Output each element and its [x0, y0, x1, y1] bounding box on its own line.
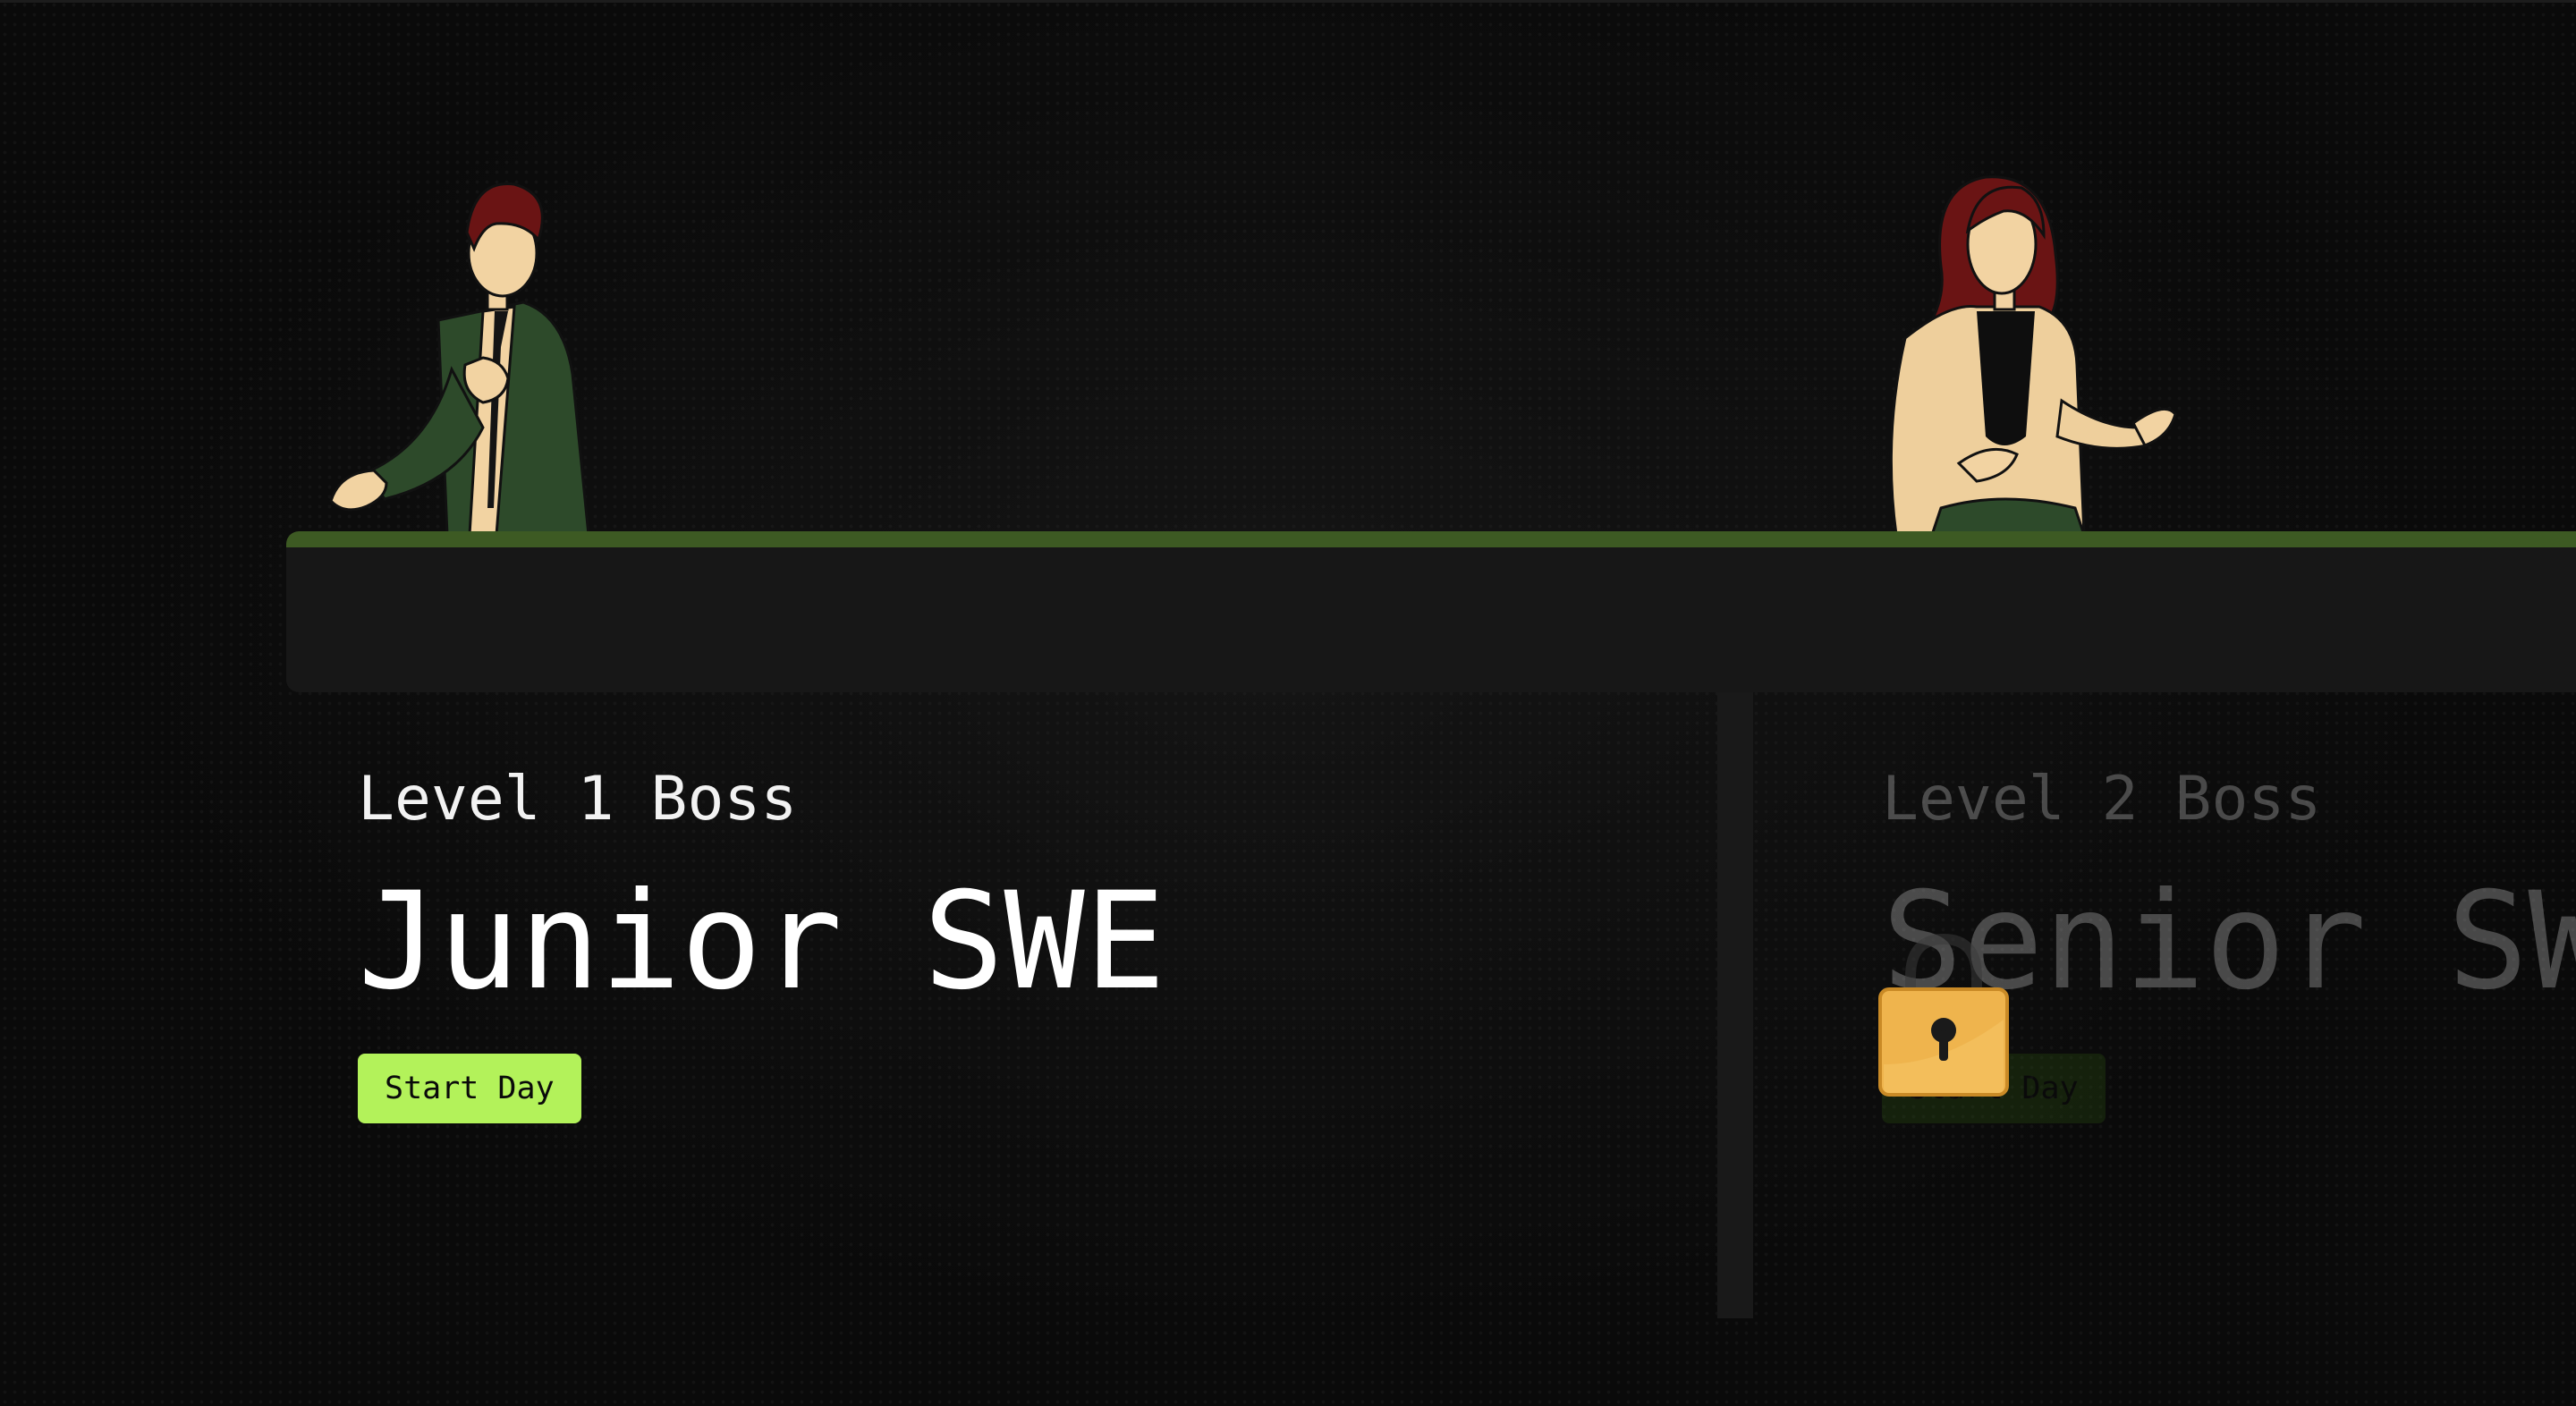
- level-2-label: Level 2 Boss: [1882, 764, 2322, 834]
- desk-leg: [1717, 692, 1753, 1318]
- top-divider: [0, 0, 2576, 3]
- level-1-card: Level 1 Boss Junior SWE Start Day: [358, 769, 1165, 1123]
- level-1-start-day-button[interactable]: Start Day: [358, 1054, 581, 1123]
- padlock-icon: [1878, 933, 2009, 1097]
- desk-rim: [286, 531, 2576, 547]
- desk-top: [286, 531, 2576, 692]
- level-1-name: Junior SWE: [358, 864, 1166, 1020]
- senior-swe-character-icon: [1889, 175, 2177, 535]
- junior-swe-character-icon: [329, 182, 590, 535]
- game-stage: Level 1 Boss Junior SWE Start Day Level …: [0, 0, 2576, 1406]
- level-1-label: Level 1 Boss: [358, 764, 798, 834]
